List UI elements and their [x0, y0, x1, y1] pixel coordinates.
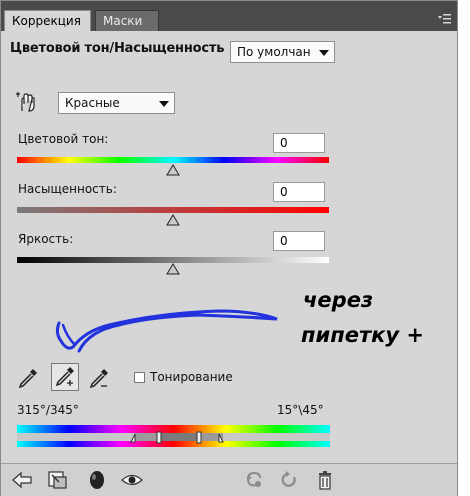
range-left-label: 315°/345° [17, 403, 79, 417]
trash-icon[interactable] [315, 469, 335, 491]
preset-select[interactable]: По умолчан [230, 41, 335, 63]
hue-input[interactable]: 0 [273, 133, 325, 153]
annotation-scribble [55, 309, 278, 353]
eyedropper-minus-icon[interactable] [87, 367, 111, 389]
footer-bar [1, 463, 457, 496]
range-right-label: 15°\45° [277, 403, 324, 417]
annotation-text-line2: пипетку + [301, 323, 424, 347]
range-handles[interactable] [129, 430, 225, 444]
eyedropper-plus-icon [55, 367, 74, 387]
annotation-text-line1: через [303, 288, 374, 312]
saturation-input[interactable]: 0 [273, 182, 325, 202]
back-arrow-icon[interactable] [11, 470, 33, 490]
clip-to-layer-icon[interactable] [47, 470, 69, 490]
tab-correction[interactable]: Коррекция [4, 10, 91, 31]
eye-icon[interactable] [121, 472, 143, 488]
tab-masks[interactable]: Маски [95, 10, 159, 31]
adjustment-title: Цветовой тон/Насыщенность [10, 41, 225, 56]
panel-menu-icon[interactable] [438, 13, 452, 25]
lightness-slider-thumb[interactable] [166, 263, 180, 275]
lightness-label: Яркость: [18, 232, 74, 246]
eyedropper-plus-button[interactable] [51, 363, 79, 391]
saturation-label: Насыщенность: [18, 182, 117, 196]
visibility-circle-icon[interactable] [87, 469, 107, 491]
saturation-slider-thumb[interactable] [166, 214, 180, 226]
chevron-down-icon [319, 50, 329, 56]
colorize-checkbox[interactable] [134, 372, 145, 383]
reset-icon[interactable] [279, 470, 299, 490]
colorize-label: Тонирование [150, 370, 233, 384]
channel-select-value: Красные [65, 96, 120, 110]
preset-select-value: По умолчан [237, 45, 311, 59]
hue-gradient-track [17, 157, 329, 163]
chevron-down-icon [159, 101, 169, 107]
lightness-input[interactable]: 0 [273, 231, 325, 251]
hand-adjust-icon[interactable] [15, 91, 37, 113]
tab-bar: Коррекция Маски [1, 1, 457, 31]
hue-slider-thumb[interactable] [166, 164, 180, 176]
saturation-gradient-track [17, 207, 329, 213]
hue-label: Цветовой тон: [18, 132, 109, 146]
eyedropper-icon[interactable] [17, 367, 39, 389]
reset-previous-icon[interactable] [243, 470, 265, 490]
channel-select[interactable]: Красные [58, 92, 175, 114]
adjustments-panel: Коррекция Маски Цветовой тон/Насыщенност… [0, 0, 458, 496]
